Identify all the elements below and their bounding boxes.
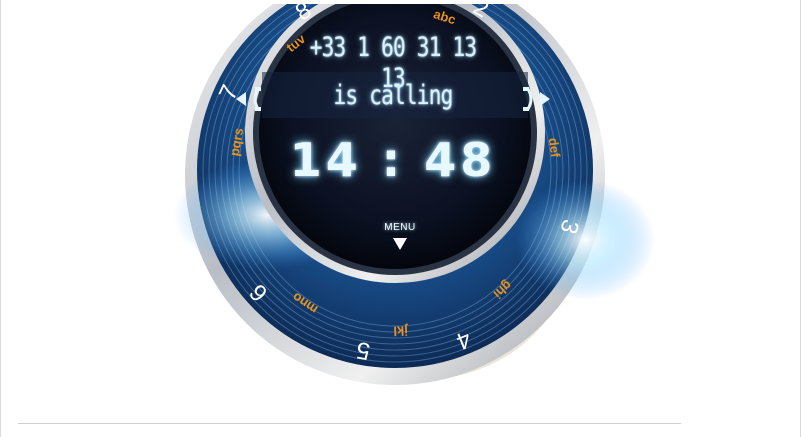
bottom-divider [18,423,681,424]
ring-glow-right [515,180,655,300]
key-letters-3: def [546,137,564,159]
calling-status: is calling [333,80,454,111]
key-letters-5: jkl [393,323,409,339]
menu-button[interactable]: MENU [370,222,430,233]
clock-display: 14 : 48 [289,133,497,187]
